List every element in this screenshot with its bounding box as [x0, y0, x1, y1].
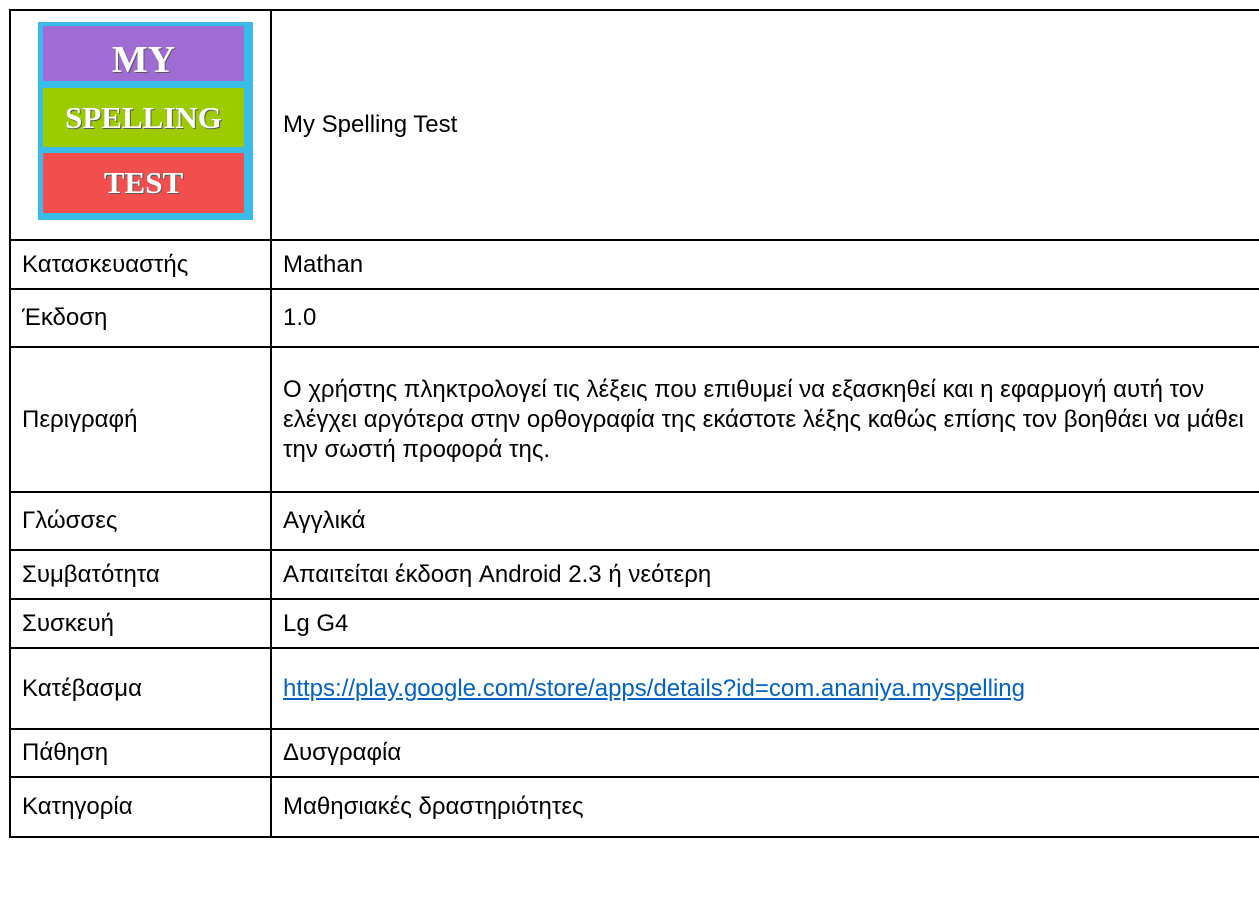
row-label: Πάθηση — [9, 728, 272, 778]
row-value: Mathan — [270, 239, 1259, 290]
row-label: Γλώσσες — [9, 491, 272, 551]
row-label: Κατασκευαστής — [9, 239, 272, 290]
row-label: Συμβατότητα — [9, 549, 272, 600]
row-label: Συσκευή — [9, 598, 272, 649]
table-row-download: Κατέβασμα https://play.google.com/store/… — [9, 647, 1259, 730]
row-value: Απαιτείται έκδοση Android 2.3 ή νεότερη — [270, 549, 1259, 600]
table-row-manufacturer: Κατασκευαστής Mathan — [9, 239, 1259, 290]
row-label: Κατέβασμα — [9, 647, 272, 730]
app-title: My Spelling Test — [270, 9, 1259, 241]
row-value: Αγγλικά — [270, 491, 1259, 551]
row-value: Μαθησιακές δραστηριότητες — [270, 776, 1259, 838]
row-value: Lg G4 — [270, 598, 1259, 649]
app-logo: MY SPELLING TEST — [38, 22, 253, 220]
logo-band-my: MY — [43, 26, 244, 81]
logo-cell: MY SPELLING TEST — [9, 9, 272, 241]
table-row-device: Συσκευή Lg G4 — [9, 598, 1259, 649]
table-row-version: Έκδοση 1.0 — [9, 288, 1259, 348]
logo-band-test: TEST — [43, 153, 244, 213]
table-row-header: MY SPELLING TEST My Spelling Test — [9, 9, 1259, 241]
row-value: Δυσγραφία — [270, 728, 1259, 778]
table-row-category: Κατηγορία Μαθησιακές δραστηριότητες — [9, 776, 1259, 838]
logo-band-spelling: SPELLING — [43, 88, 244, 147]
table-row-description: Περιγραφή Ο χρήστης πληκτρολογεί τις λέξ… — [9, 346, 1259, 493]
table-row-condition: Πάθηση Δυσγραφία — [9, 728, 1259, 778]
table-row-languages: Γλώσσες Αγγλικά — [9, 491, 1259, 551]
description-text: Ο χρήστης πληκτρολογεί τις λέξεις που επ… — [270, 346, 1259, 493]
row-label: Περιγραφή — [9, 346, 272, 493]
app-info-table: MY SPELLING TEST My Spelling Test Κατασκ… — [9, 9, 1259, 838]
row-label: Κατηγορία — [9, 776, 272, 838]
download-link[interactable]: https://play.google.com/store/apps/detai… — [283, 673, 1259, 705]
download-cell: https://play.google.com/store/apps/detai… — [270, 647, 1259, 730]
row-value: 1.0 — [270, 288, 1259, 348]
row-label: Έκδοση — [9, 288, 272, 348]
table-row-compatibility: Συμβατότητα Απαιτείται έκδοση Android 2.… — [9, 549, 1259, 600]
